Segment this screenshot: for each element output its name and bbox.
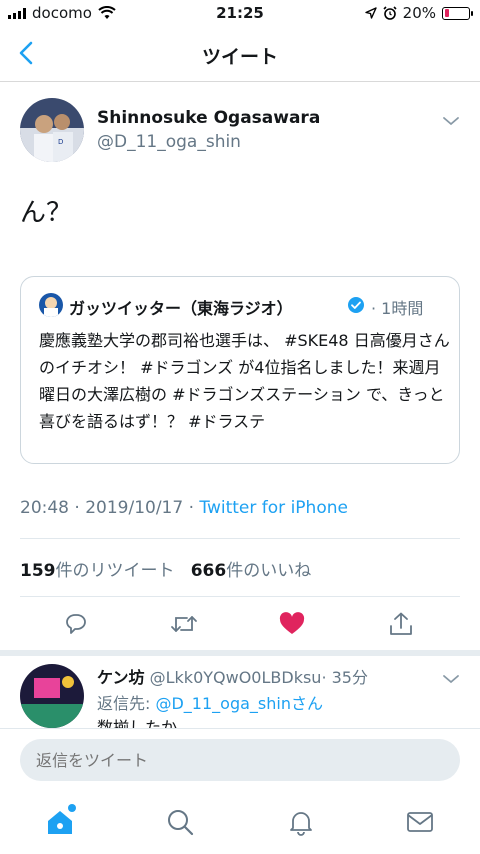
heart-icon (279, 612, 305, 634)
retweet-button[interactable] (166, 606, 202, 642)
section-separator (0, 650, 480, 656)
quoted-author-name: ガッツイッター（東海ラジオ） (69, 299, 293, 318)
location-icon (364, 7, 377, 19)
retweet-label: 件のリツイート (55, 561, 175, 581)
quoted-tweet-card[interactable]: ガッツイッター（東海ラジオ） · 1時間 慶應義塾大学の郡司裕也選手は、 #SK… (20, 276, 460, 464)
nav-bar: ツイート (0, 28, 480, 82)
reply-header: ケン坊 @Lkk0YQwO0LBDksu· 35分 (97, 664, 368, 688)
reply-author-name[interactable]: ケン坊 (97, 668, 145, 687)
quoted-avatar-image (39, 293, 63, 317)
verified-badge-icon (347, 296, 365, 318)
tweet-meta: 20:48 · 2019/10/17 · Twitter for iPhone (20, 498, 348, 518)
like-label: 件のいいね (226, 561, 312, 581)
svg-text:D: D (58, 138, 63, 146)
mail-icon (407, 812, 433, 832)
quoted-text: 慶應義塾大学の郡司裕也選手は、 #SKE48 日高優月さんのイチオシ！ #ドラゴ… (39, 331, 450, 431)
battery-percent: 20% (402, 4, 436, 22)
reply-author-avatar[interactable] (20, 664, 84, 728)
tweet-stats: 159件のリツイート 666件のいいね (20, 556, 311, 581)
retweet-icon (171, 616, 197, 632)
tweet-text: ん？ (20, 198, 73, 228)
share-button[interactable] (383, 606, 419, 642)
quoted-time-value: 1時間 (381, 299, 424, 318)
like-stat[interactable]: 666件のいいね (191, 561, 312, 581)
search-icon (168, 810, 194, 836)
tab-search[interactable] (164, 806, 196, 838)
reply-icon (66, 614, 86, 634)
reply-to-link[interactable]: @D_11_oga_shinさん (155, 694, 323, 713)
alarm-icon (383, 6, 397, 20)
chevron-down-icon (443, 117, 459, 126)
tweet-source-link[interactable]: Twitter for iPhone (199, 498, 348, 518)
divider (20, 596, 460, 597)
bell-icon (290, 812, 312, 836)
reply-text: 数揃したか (97, 718, 178, 728)
quoted-avatar (39, 293, 63, 317)
author-name[interactable]: Shinnosuke Ogasawara (97, 108, 320, 128)
status-right: 20% (364, 4, 473, 22)
reply-time: · 35分 (321, 668, 368, 687)
tab-notifications[interactable] (285, 806, 317, 838)
reply-input[interactable] (20, 739, 460, 781)
tab-bar (0, 790, 480, 854)
retweet-stat[interactable]: 159件のリツイート (20, 561, 175, 581)
tab-home[interactable] (44, 804, 76, 838)
battery-fill (444, 9, 450, 17)
reply-avatar-photo (20, 664, 84, 728)
reply-author-handle[interactable]: @Lkk0YQwO0LBDksu (150, 668, 322, 687)
tweet-timestamp: 20:48 · 2019/10/17 · (20, 498, 200, 518)
retweet-count: 159 (20, 561, 56, 581)
tweet-actions (0, 606, 480, 642)
like-button[interactable] (274, 606, 310, 642)
page-title: ツイート (201, 46, 278, 68)
reply-menu-button[interactable] (442, 670, 460, 689)
author-handle[interactable]: @D_11_oga_shin (97, 132, 241, 152)
reply-composer (0, 728, 480, 790)
reply-to: 返信先: @D_11_oga_shinさん (97, 690, 323, 714)
status-bar: docomo 21:25 20% (0, 0, 480, 28)
reply-button[interactable] (58, 606, 94, 642)
tweet-menu-button[interactable] (442, 112, 460, 131)
battery-icon (442, 6, 473, 20)
tab-messages[interactable] (404, 806, 436, 838)
like-count: 666 (190, 561, 227, 581)
reply-to-prefix: 返信先: (97, 694, 156, 713)
share-icon (390, 612, 412, 635)
notification-dot (68, 804, 76, 812)
author-avatar[interactable]: D (20, 98, 84, 162)
chevron-down-icon (443, 675, 459, 684)
divider (20, 538, 460, 539)
avatar-photo: D (20, 98, 84, 162)
quoted-time: · 1時間 (371, 299, 424, 318)
